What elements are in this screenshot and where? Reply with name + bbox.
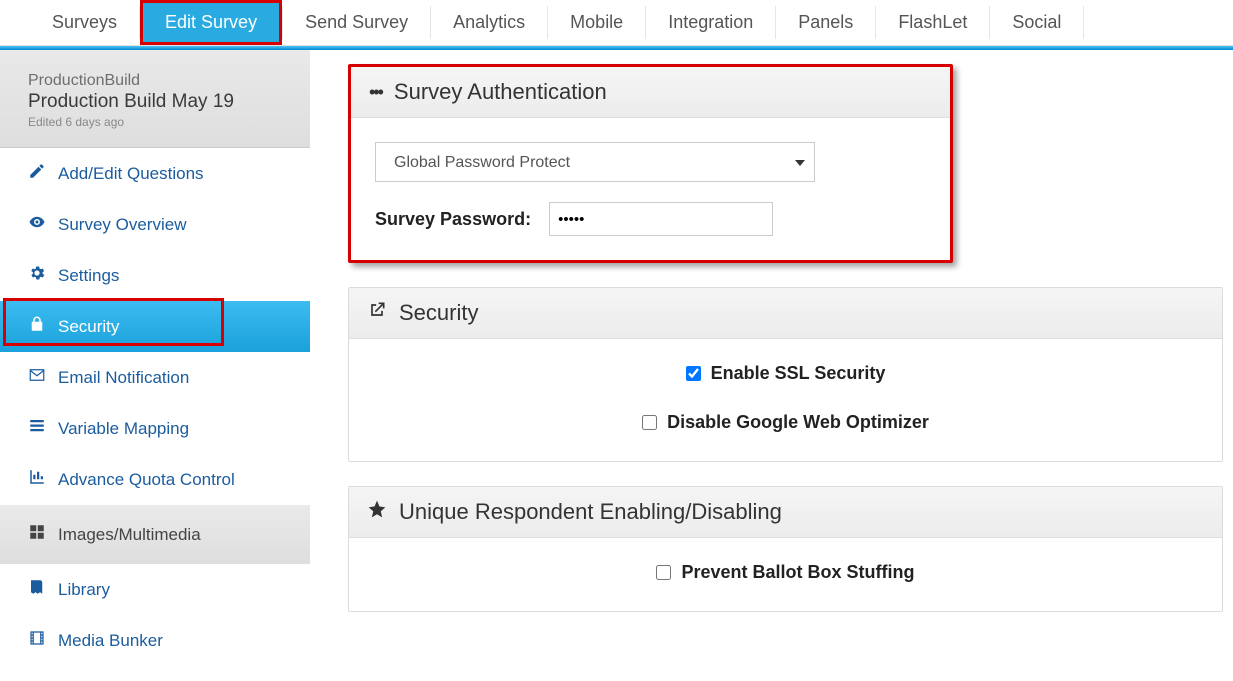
- panel-survey-authentication: ••• Survey Authentication Global Passwor…: [348, 64, 953, 263]
- tab-label: Panels: [798, 12, 853, 33]
- sidebar-item-label: Email Notification: [58, 368, 189, 388]
- annotation-highlight: [3, 298, 224, 346]
- panel-header: Unique Respondent Enabling/Disabling: [349, 487, 1222, 538]
- tab-label: Integration: [668, 12, 753, 33]
- gwo-row: Disable Google Web Optimizer: [642, 412, 929, 433]
- sidebar-section-images-multimedia[interactable]: Images/Multimedia: [0, 505, 310, 564]
- tab-surveys[interactable]: Surveys: [30, 0, 139, 45]
- bar-chart-icon: [28, 468, 46, 491]
- sidebar-section-label: Images/Multimedia: [58, 525, 201, 545]
- tab-label: Edit Survey: [165, 12, 257, 33]
- sidebar-item-label: Variable Mapping: [58, 419, 189, 439]
- panel-title: Survey Authentication: [394, 79, 607, 105]
- tab-label: Social: [1012, 12, 1061, 33]
- tab-analytics[interactable]: Analytics: [431, 0, 547, 45]
- sidebar-header: ProductionBuild Production Build May 19 …: [0, 50, 310, 148]
- grid-icon: [28, 523, 46, 546]
- tab-social[interactable]: Social: [990, 0, 1083, 45]
- ballot-row: Prevent Ballot Box Stuffing: [656, 562, 914, 583]
- sidebar-item-security[interactable]: Security: [0, 301, 310, 352]
- ssl-label: Enable SSL Security: [711, 363, 886, 384]
- panel-title: Security: [399, 300, 478, 326]
- tab-integration[interactable]: Integration: [646, 0, 775, 45]
- panel-header: ••• Survey Authentication: [351, 67, 950, 118]
- sidebar: ProductionBuild Production Build May 19 …: [0, 50, 310, 666]
- edited-ago: Edited 6 days ago: [28, 115, 292, 129]
- sidebar-item-email-notification[interactable]: Email Notification: [0, 352, 310, 403]
- gears-icon: [28, 264, 46, 287]
- panel-title: Unique Respondent Enabling/Disabling: [399, 499, 782, 525]
- sidebar-item-label: Settings: [58, 266, 119, 286]
- panel-unique-respondent: Unique Respondent Enabling/Disabling Pre…: [348, 486, 1223, 612]
- prevent-ballot-stuffing-checkbox[interactable]: [656, 565, 671, 580]
- tab-send-survey[interactable]: Send Survey: [283, 0, 430, 45]
- book-icon: [28, 578, 46, 601]
- gwo-label: Disable Google Web Optimizer: [667, 412, 929, 433]
- sidebar-item-label: Media Bunker: [58, 631, 163, 651]
- page-title: Production Build May 19: [28, 91, 292, 113]
- sidebar-item-variable-mapping[interactable]: Variable Mapping: [0, 403, 310, 454]
- survey-password-input[interactable]: [549, 202, 773, 236]
- auth-mode-select-wrap: Global Password Protect: [375, 142, 815, 182]
- survey-password-label: Survey Password:: [375, 209, 531, 230]
- external-link-icon: [367, 300, 387, 326]
- eye-icon: [28, 213, 46, 236]
- breadcrumb: ProductionBuild: [28, 72, 292, 90]
- password-dots-icon: •••: [369, 82, 382, 103]
- sidebar-item-label: Library: [58, 580, 110, 600]
- ballot-label: Prevent Ballot Box Stuffing: [681, 562, 914, 583]
- sidebar-item-label: Add/Edit Questions: [58, 164, 204, 184]
- ssl-row: Enable SSL Security: [686, 363, 886, 384]
- sidebar-item-media-bunker[interactable]: Media Bunker: [0, 615, 310, 666]
- panel-security: Security Enable SSL Security Disable Goo…: [348, 287, 1223, 462]
- tab-panels[interactable]: Panels: [776, 0, 875, 45]
- main-content: ••• Survey Authentication Global Passwor…: [310, 50, 1233, 666]
- envelope-icon: [28, 366, 46, 389]
- tab-label: Analytics: [453, 12, 525, 33]
- enable-ssl-checkbox[interactable]: [686, 366, 701, 381]
- tab-label: Send Survey: [305, 12, 408, 33]
- sidebar-item-library[interactable]: Library: [0, 564, 310, 615]
- tab-label: Surveys: [52, 12, 117, 33]
- pencil-square-icon: [28, 162, 46, 185]
- tab-flashlet[interactable]: FlashLet: [876, 0, 989, 45]
- tab-label: FlashLet: [898, 12, 967, 33]
- tab-mobile[interactable]: Mobile: [548, 0, 645, 45]
- list-icon: [28, 417, 46, 440]
- panel-header: Security: [349, 288, 1222, 339]
- sidebar-item-label: Advance Quota Control: [58, 470, 235, 490]
- sidebar-item-survey-overview[interactable]: Survey Overview: [0, 199, 310, 250]
- film-icon: [28, 629, 46, 652]
- sidebar-item-add-edit-questions[interactable]: Add/Edit Questions: [0, 148, 310, 199]
- top-nav: Surveys Edit Survey Send Survey Analytic…: [0, 0, 1233, 46]
- tab-edit-survey[interactable]: Edit Survey: [140, 0, 282, 45]
- sidebar-item-settings[interactable]: Settings: [0, 250, 310, 301]
- auth-mode-select[interactable]: Global Password Protect: [375, 142, 815, 182]
- sidebar-item-label: Survey Overview: [58, 215, 186, 235]
- sidebar-item-advance-quota-control[interactable]: Advance Quota Control: [0, 454, 310, 505]
- disable-gwo-checkbox[interactable]: [642, 415, 657, 430]
- star-icon: [367, 499, 387, 525]
- tab-label: Mobile: [570, 12, 623, 33]
